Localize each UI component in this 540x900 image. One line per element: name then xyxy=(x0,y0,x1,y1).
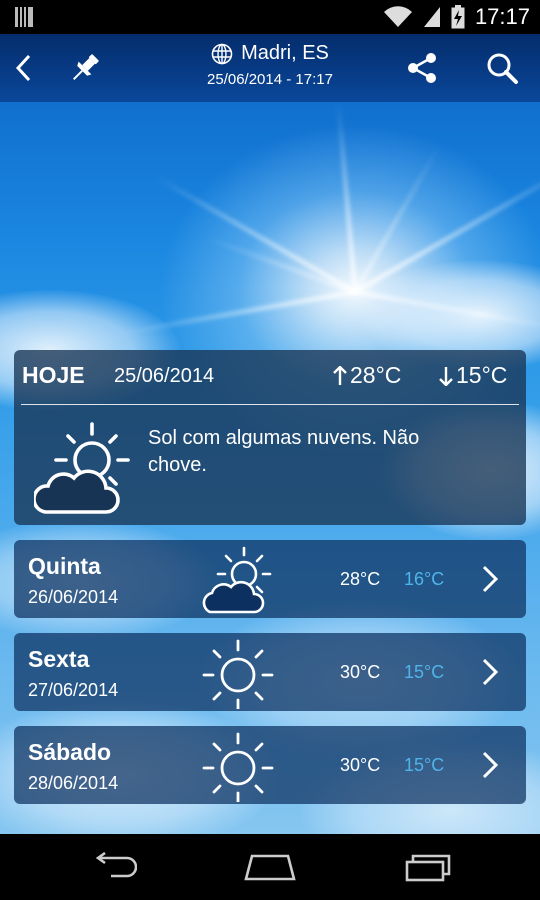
nav-home-icon xyxy=(244,854,296,881)
nav-recents-icon xyxy=(405,854,451,882)
chevron-right-icon xyxy=(480,750,500,785)
partly-cloudy-icon xyxy=(200,544,276,621)
pin-icon xyxy=(72,54,99,81)
forecast-date: 27/06/2014 xyxy=(28,680,119,700)
forecast-row-sexta[interactable]: Sexta 27/06/2014 30°C 15°C xyxy=(14,633,526,711)
search-button[interactable] xyxy=(478,34,526,102)
nav-back-icon xyxy=(95,852,137,878)
forecast-row-quinta[interactable]: Quinta 26/06/2014 28°C 16°C xyxy=(14,540,526,618)
forecast-max: 30°C xyxy=(340,662,381,682)
signal-icon xyxy=(423,7,440,27)
sun-icon xyxy=(200,730,276,807)
pin-button[interactable] xyxy=(62,34,108,102)
partly-cloudy-icon xyxy=(32,420,134,521)
forecast-max: 28°C xyxy=(340,569,381,589)
sun-icon xyxy=(200,637,276,714)
forecast-day: Quinta xyxy=(28,553,101,579)
storage-icon xyxy=(15,7,33,27)
share-icon xyxy=(408,53,436,83)
forecast-min: 16°C xyxy=(404,569,445,589)
forecast-max: 30°C xyxy=(340,755,381,775)
today-card: HOJE 25/06/2014 28°C 15°C Sol com alguma… xyxy=(14,350,526,525)
battery-charging-icon xyxy=(451,5,465,29)
back-arrow-icon xyxy=(15,54,31,82)
forecast-day: Sábado xyxy=(28,739,112,765)
location-datetime: 25/06/2014 - 17:17 xyxy=(207,71,333,88)
divider xyxy=(21,404,519,405)
arrow-up-icon xyxy=(333,365,347,385)
search-icon xyxy=(487,53,518,84)
today-min-temp: 15°C xyxy=(438,362,507,389)
status-clock: 17:17 xyxy=(474,4,530,29)
today-min-value: 15°C xyxy=(456,362,508,388)
wifi-icon xyxy=(383,6,412,27)
location-title: Madri, ES 25/06/2014 - 17:17 xyxy=(120,42,420,88)
chevron-right-icon xyxy=(480,657,500,692)
today-description: Sol com algumas nuvens. Não chove. xyxy=(148,427,420,476)
navigation-bar xyxy=(0,834,540,900)
nav-home-button[interactable] xyxy=(220,834,320,900)
status-bar: 17:17 xyxy=(0,0,540,34)
chevron-right-icon xyxy=(480,564,500,599)
today-label: HOJE xyxy=(22,362,85,388)
arrow-down-icon xyxy=(439,366,453,386)
globe-icon xyxy=(211,43,233,64)
forecast-date: 28/06/2014 xyxy=(28,773,119,793)
forecast-min: 15°C xyxy=(404,662,445,682)
today-max-temp: 28°C xyxy=(332,362,401,389)
nav-recents-button[interactable] xyxy=(378,834,478,900)
today-date: 25/06/2014 xyxy=(114,365,215,387)
action-bar: Madri, ES 25/06/2014 - 17:17 xyxy=(0,34,540,102)
back-button[interactable] xyxy=(4,34,44,102)
forecast-min: 15°C xyxy=(404,755,445,775)
today-header: HOJE 25/06/2014 28°C 15°C xyxy=(14,350,526,402)
location-name: Madri, ES xyxy=(241,42,329,64)
forecast-date: 26/06/2014 xyxy=(28,587,119,607)
share-button[interactable] xyxy=(398,34,446,102)
forecast-day: Sexta xyxy=(28,646,90,672)
nav-back-button[interactable] xyxy=(62,834,162,900)
forecast-row-sabado[interactable]: Sábado 28/06/2014 30°C 15°C xyxy=(14,726,526,804)
today-max-value: 28°C xyxy=(350,362,402,388)
